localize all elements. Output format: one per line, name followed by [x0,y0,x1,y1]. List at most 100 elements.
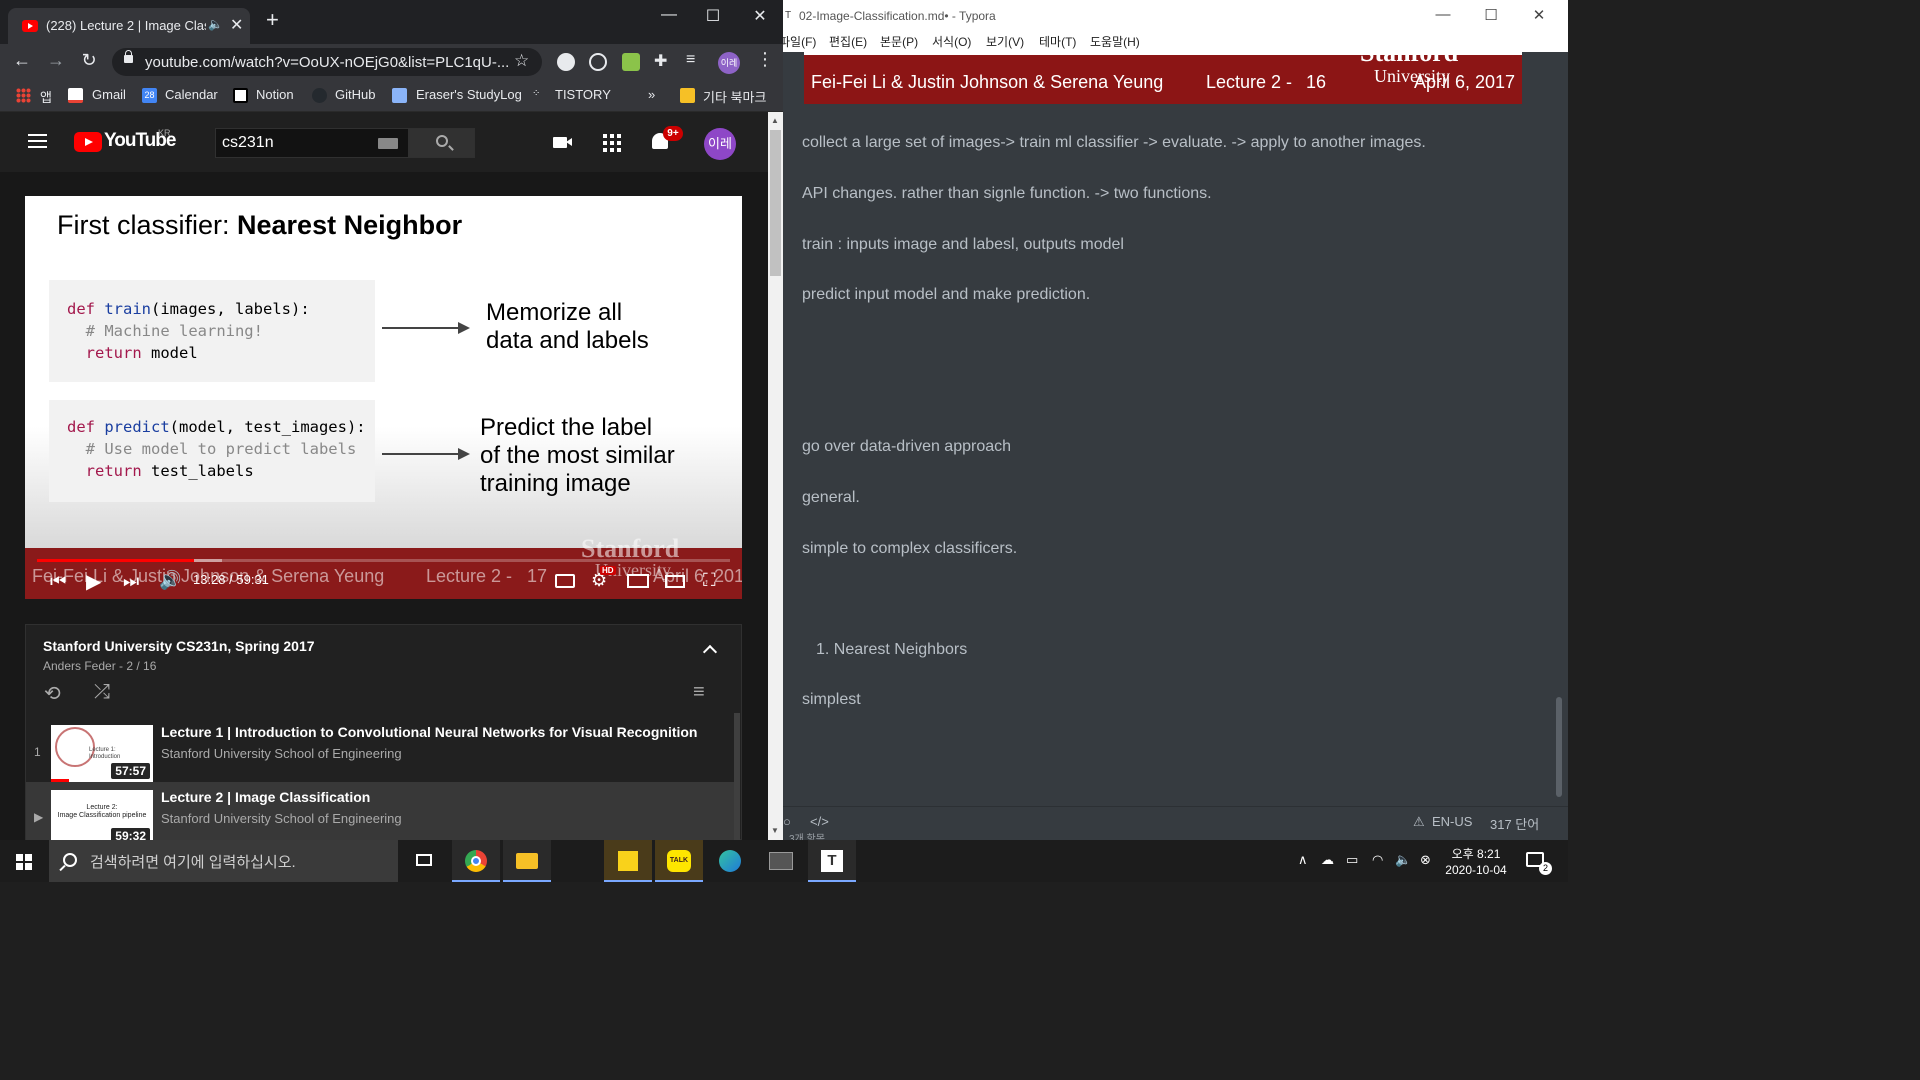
warning-icon[interactable]: ⚠ [1413,814,1425,830]
video-title[interactable]: Lecture 2 | Image Classification [161,789,370,805]
taskbar-terminal[interactable] [757,840,805,882]
video-channel[interactable]: Stanford University School of Engineerin… [161,746,402,761]
next-icon[interactable]: ⏭ [123,571,139,592]
taskbar-search-placeholder[interactable]: 검색하려면 여기에 입력하십시오. [90,851,296,872]
playlist-item-current[interactable]: ▶ Lecture 2: Image Classification pipelin… [26,782,734,840]
url-text[interactable]: youtube.com/watch?v=OoUX-nOEjG0&list=PLC… [145,54,509,71]
show-hidden-icons-icon[interactable]: ∧ [1298,852,1308,868]
bookmark-apps[interactable]: 앱 [40,87,52,106]
subtitles-icon[interactable] [555,574,575,588]
typora-close-button[interactable]: ✕ [1524,6,1554,24]
taskbar-edge[interactable] [706,840,754,882]
clock-date[interactable]: 2020-10-04 [1438,863,1514,877]
shuffle-icon[interactable]: ⤮ [94,681,110,704]
scrollbar-thumb[interactable] [770,130,781,276]
video-thumbnail[interactable]: Lecture 1: Introduction 57:57 [51,725,153,782]
extension-globe-icon[interactable] [557,53,575,71]
menu-help[interactable]: 도움말(H) [1090,33,1140,50]
ime-off-icon[interactable]: ⊗ [1420,852,1431,868]
bookmark-calendar[interactable]: Calendar [165,87,218,102]
scroll-down-icon[interactable]: ▼ [771,826,779,835]
back-icon[interactable]: ← [10,50,34,71]
typora-scrollbar[interactable] [1556,697,1562,797]
source-code-toggle-icon[interactable]: </> [810,814,829,829]
extensions-puzzle-icon[interactable]: ✚ [654,51,667,71]
menu-file[interactable]: 파일(F) [783,33,816,50]
media-queue-icon[interactable]: ≡ [686,51,695,69]
word-count[interactable]: 317 단어 [1490,814,1539,833]
address-bar[interactable]: youtube.com/watch?v=OoUX-nOEjG0&list=PLC… [112,48,542,76]
previous-icon[interactable]: ⏮ [50,571,66,592]
menu-edit[interactable]: 편집(E) [829,33,867,50]
play-icon[interactable]: ▶ [86,569,101,594]
other-bookmarks[interactable]: 기타 북마크 [703,87,766,106]
taskbar-file-explorer[interactable] [503,840,551,882]
menu-hamburger-icon[interactable] [28,134,48,150]
note-paragraph[interactable]: general. [802,489,860,507]
video-player[interactable]: First classifier: Nearest Neighbor def t… [25,196,742,599]
start-button[interactable] [0,840,48,882]
language-indicator[interactable]: EN-US [1432,814,1472,829]
sidebar-toggle-icon[interactable]: ○ [783,814,791,829]
bookmark-notion[interactable]: Notion [256,87,294,102]
note-paragraph[interactable]: collect a large set of images-> train ml… [802,134,1426,152]
youtube-logo-icon[interactable] [74,132,102,152]
onedrive-cloud-icon[interactable]: ☁ [1321,852,1334,868]
extension-mail-icon[interactable] [622,53,640,71]
video-progress-bar[interactable] [37,559,730,562]
fullscreen-icon[interactable]: ⛶ [703,570,716,591]
new-tab-button[interactable]: + [266,9,279,31]
note-paragraph[interactable]: simplest [802,691,861,709]
user-avatar[interactable]: 이레 [704,128,736,160]
scroll-up-icon[interactable]: ▲ [771,116,779,125]
youtube-apps-icon[interactable] [603,134,621,152]
more-bookmarks-icon[interactable]: » [648,87,655,102]
miniplayer-icon[interactable] [627,574,649,588]
note-paragraph[interactable]: API changes. rather than signle function… [802,185,1212,203]
battery-icon[interactable]: ▭ [1346,852,1358,868]
taskbar-chrome[interactable] [452,840,500,882]
playlist-scrollbar[interactable] [734,713,740,840]
typora-maximize-button[interactable]: ☐ [1476,6,1506,24]
minimize-button[interactable]: — [654,6,684,24]
video-channel[interactable]: Stanford University School of Engineerin… [161,811,402,826]
taskbar-sticky-notes[interactable] [604,840,652,882]
playlist-item[interactable]: 1 Lecture 1: Introduction 57:57 Lecture … [26,717,734,782]
forward-icon[interactable]: → [44,50,68,71]
maximize-button[interactable]: ☐ [698,6,728,26]
task-view-button[interactable] [400,840,448,882]
speaker-icon[interactable]: 🔈 [208,17,223,31]
browser-tab[interactable]: (228) Lecture 2 | Image Clas 🔈 ✕ [8,8,250,44]
loop-icon[interactable]: ⟲ [44,681,61,706]
taskbar-search[interactable]: 검색하려면 여기에 입력하십시오. [49,840,398,882]
youtube-search-box[interactable] [215,128,409,158]
lock-icon[interactable] [124,50,133,63]
bookmark-studylog[interactable]: Eraser's StudyLog [416,87,522,102]
note-paragraph[interactable]: simple to complex classificers. [802,540,1017,558]
note-list-item[interactable]: 1. Nearest Neighbors [816,641,967,659]
page-scrollbar[interactable]: ▲ ▼ [768,112,783,840]
typora-minimize-button[interactable]: — [1428,6,1458,23]
note-paragraph[interactable]: train : inputs image and labesl, outputs… [802,236,1124,254]
apps-grid-icon[interactable] [16,88,31,103]
youtube-search-button[interactable] [409,128,475,158]
theater-mode-icon[interactable] [665,575,685,588]
video-thumbnail[interactable]: Lecture 2: Image Classification pipeline … [51,790,153,840]
wifi-icon[interactable]: ◠ [1372,852,1383,868]
bookmark-star-icon[interactable]: ☆ [514,51,529,71]
volume-icon[interactable]: 🔊 [159,570,181,591]
close-tab-icon[interactable]: ✕ [230,15,243,35]
video-title[interactable]: Lecture 1 | Introduction to Convolutiona… [161,724,697,740]
playlist-title[interactable]: Stanford University CS231n, Spring 2017 [43,638,315,654]
note-paragraph[interactable]: go over data-driven approach [802,438,1011,456]
create-video-icon[interactable] [553,137,572,148]
bookmark-tistory[interactable]: TISTORY [555,87,611,102]
menu-format[interactable]: 서식(O) [932,33,971,50]
note-paragraph[interactable]: predict input model and make prediction. [802,286,1090,304]
keyboard-icon[interactable] [378,138,398,149]
clock-time[interactable]: 오후 8:21 [1445,845,1507,862]
close-window-button[interactable]: ✕ [745,6,775,26]
profile-avatar[interactable]: 이레 [718,52,740,74]
menu-view[interactable]: 보기(V) [986,33,1024,50]
bookmark-gmail[interactable]: Gmail [92,87,126,102]
